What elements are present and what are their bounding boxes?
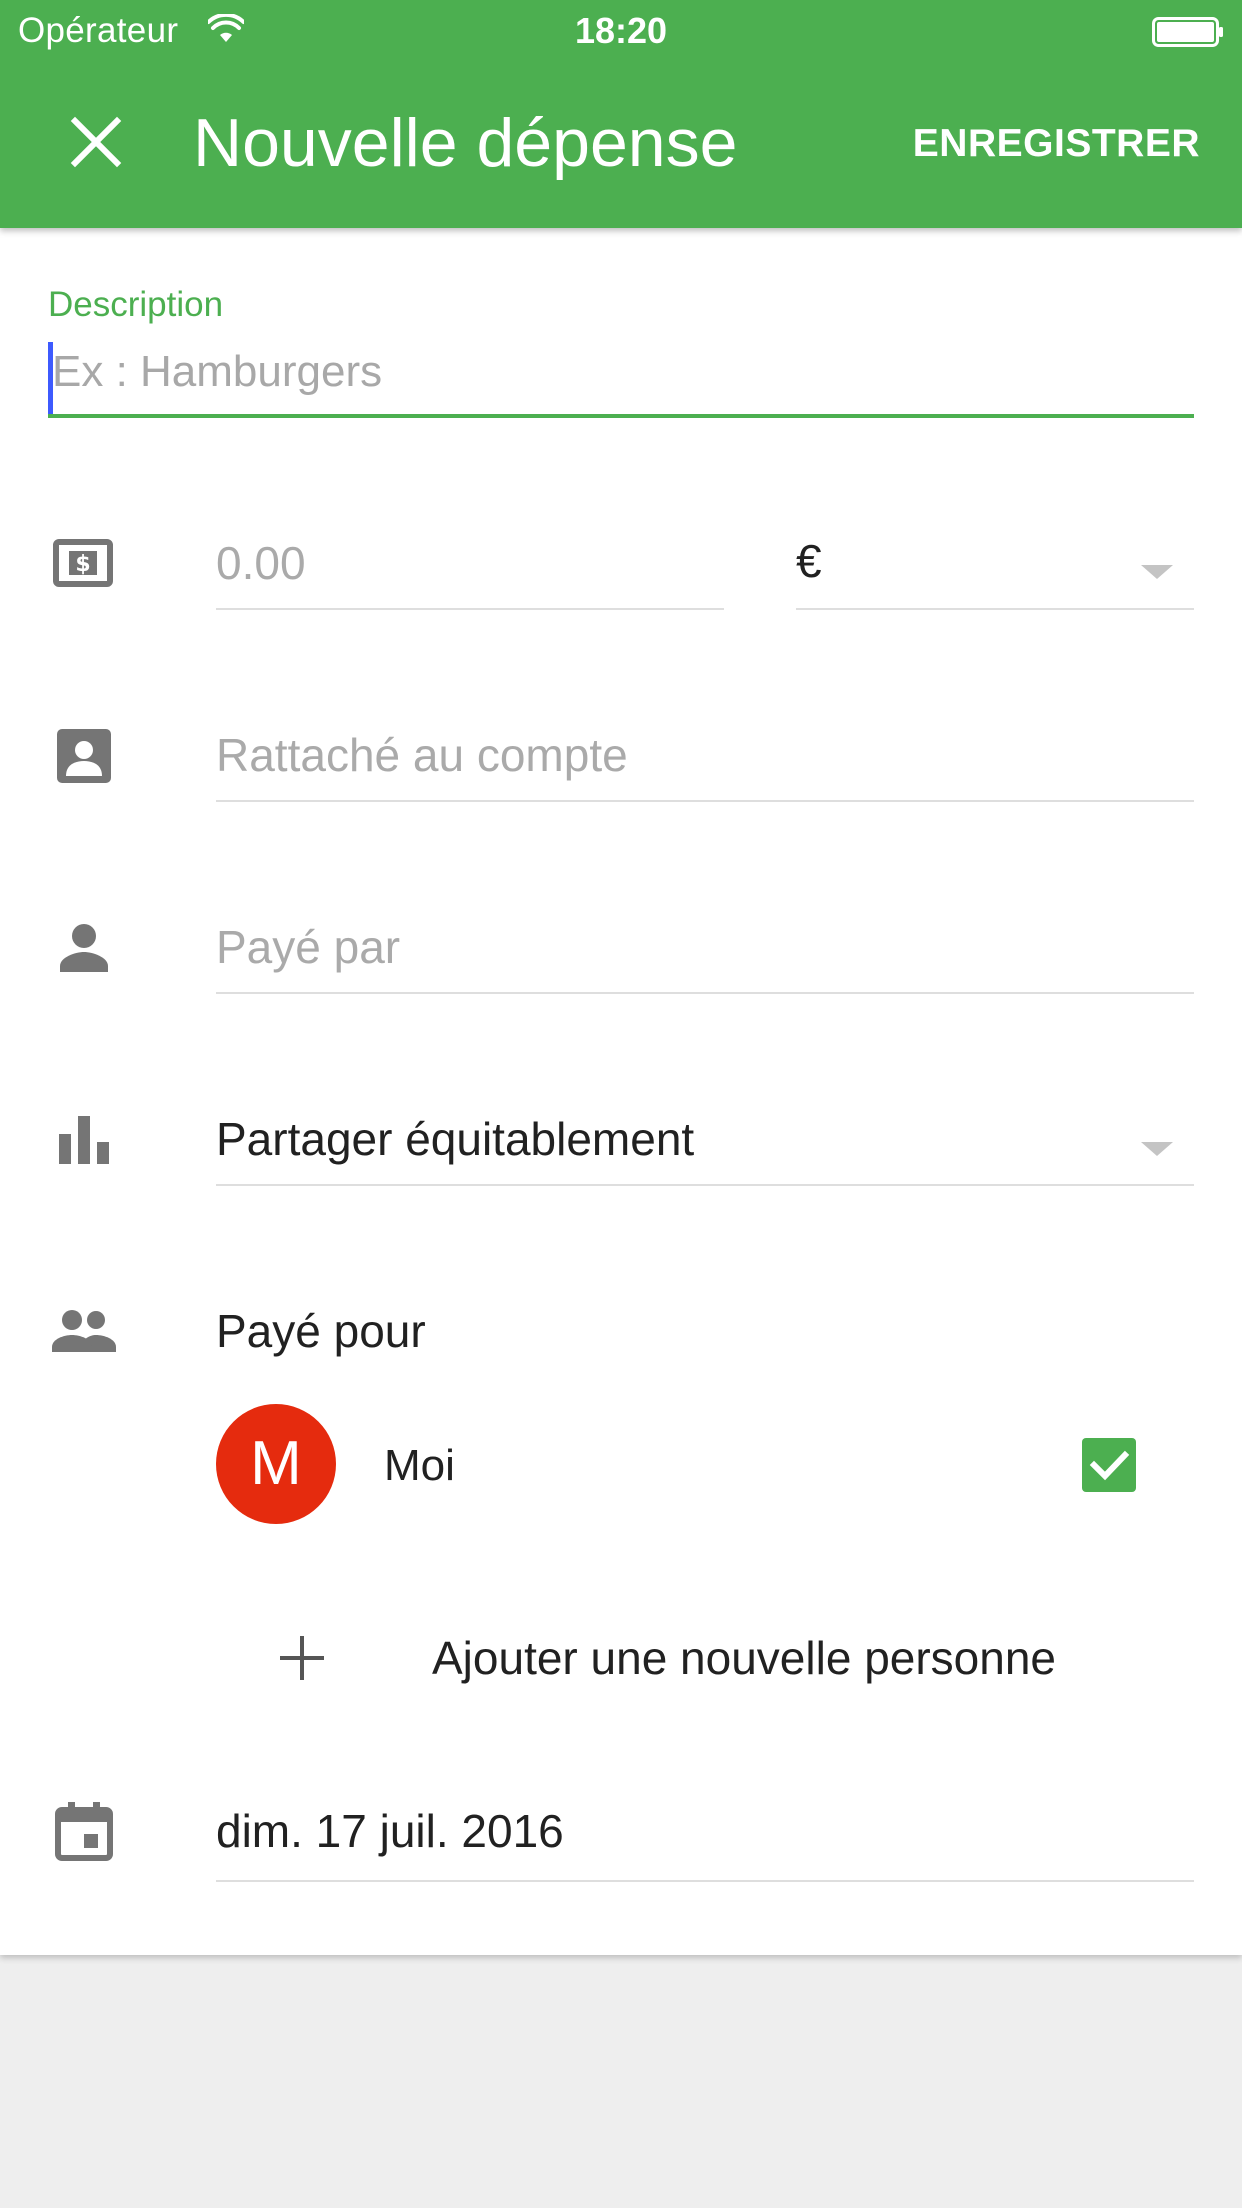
person-name: Moi [384, 1441, 455, 1490]
status-time: 18:20 [574, 10, 668, 51]
description-underline [48, 414, 1194, 418]
svg-text:$: $ [75, 552, 90, 577]
add-person-button[interactable]: Ajouter une nouvelle personne [260, 1608, 1160, 1708]
paid-by-underline [216, 992, 1194, 994]
expense-form: Description $ 0.00 € Rattaché au compte … [0, 228, 1242, 1955]
calendar-icon [55, 1802, 113, 1861]
app-header: Opérateur 18:20 Nouvelle dépense ENREGIS… [0, 0, 1242, 228]
description-label: Description [48, 285, 224, 324]
date-underline [216, 1880, 1194, 1882]
currency-select[interactable]: € [796, 531, 822, 591]
amount-underline [216, 608, 724, 610]
person-icon [60, 924, 108, 972]
currency-chevron-down-icon [1141, 565, 1173, 579]
currency-underline [796, 608, 1194, 610]
avatar: M [216, 1404, 336, 1524]
text-cursor [48, 342, 53, 414]
plus-icon [280, 1636, 324, 1680]
battery-icon [1152, 17, 1223, 47]
bar-chart-icon [59, 1116, 109, 1164]
split-chevron-down-icon [1141, 1142, 1173, 1156]
money-icon: $ [53, 539, 113, 587]
split-select[interactable]: Partager équitablement [216, 1109, 694, 1169]
description-input[interactable] [48, 340, 1198, 404]
save-button[interactable]: ENREGISTRER [880, 117, 1200, 171]
close-icon[interactable] [60, 106, 132, 178]
account-input[interactable]: Rattaché au compte [216, 725, 628, 785]
amount-input[interactable]: 0.00 [216, 533, 306, 593]
paid-for-label: Payé pour [216, 1305, 426, 1357]
check-icon [1089, 1450, 1130, 1481]
account-underline [216, 800, 1194, 802]
group-icon [52, 1310, 116, 1352]
person-checkbox[interactable] [1082, 1438, 1136, 1492]
paid-by-input[interactable]: Payé par [216, 917, 400, 977]
date-field[interactable]: dim. 17 juil. 2016 [216, 1801, 564, 1861]
account-box-icon [57, 729, 111, 783]
split-underline [216, 1184, 1194, 1186]
add-person-label: Ajouter une nouvelle personne [432, 1632, 1057, 1684]
page-title: Nouvelle dépense [193, 105, 738, 181]
